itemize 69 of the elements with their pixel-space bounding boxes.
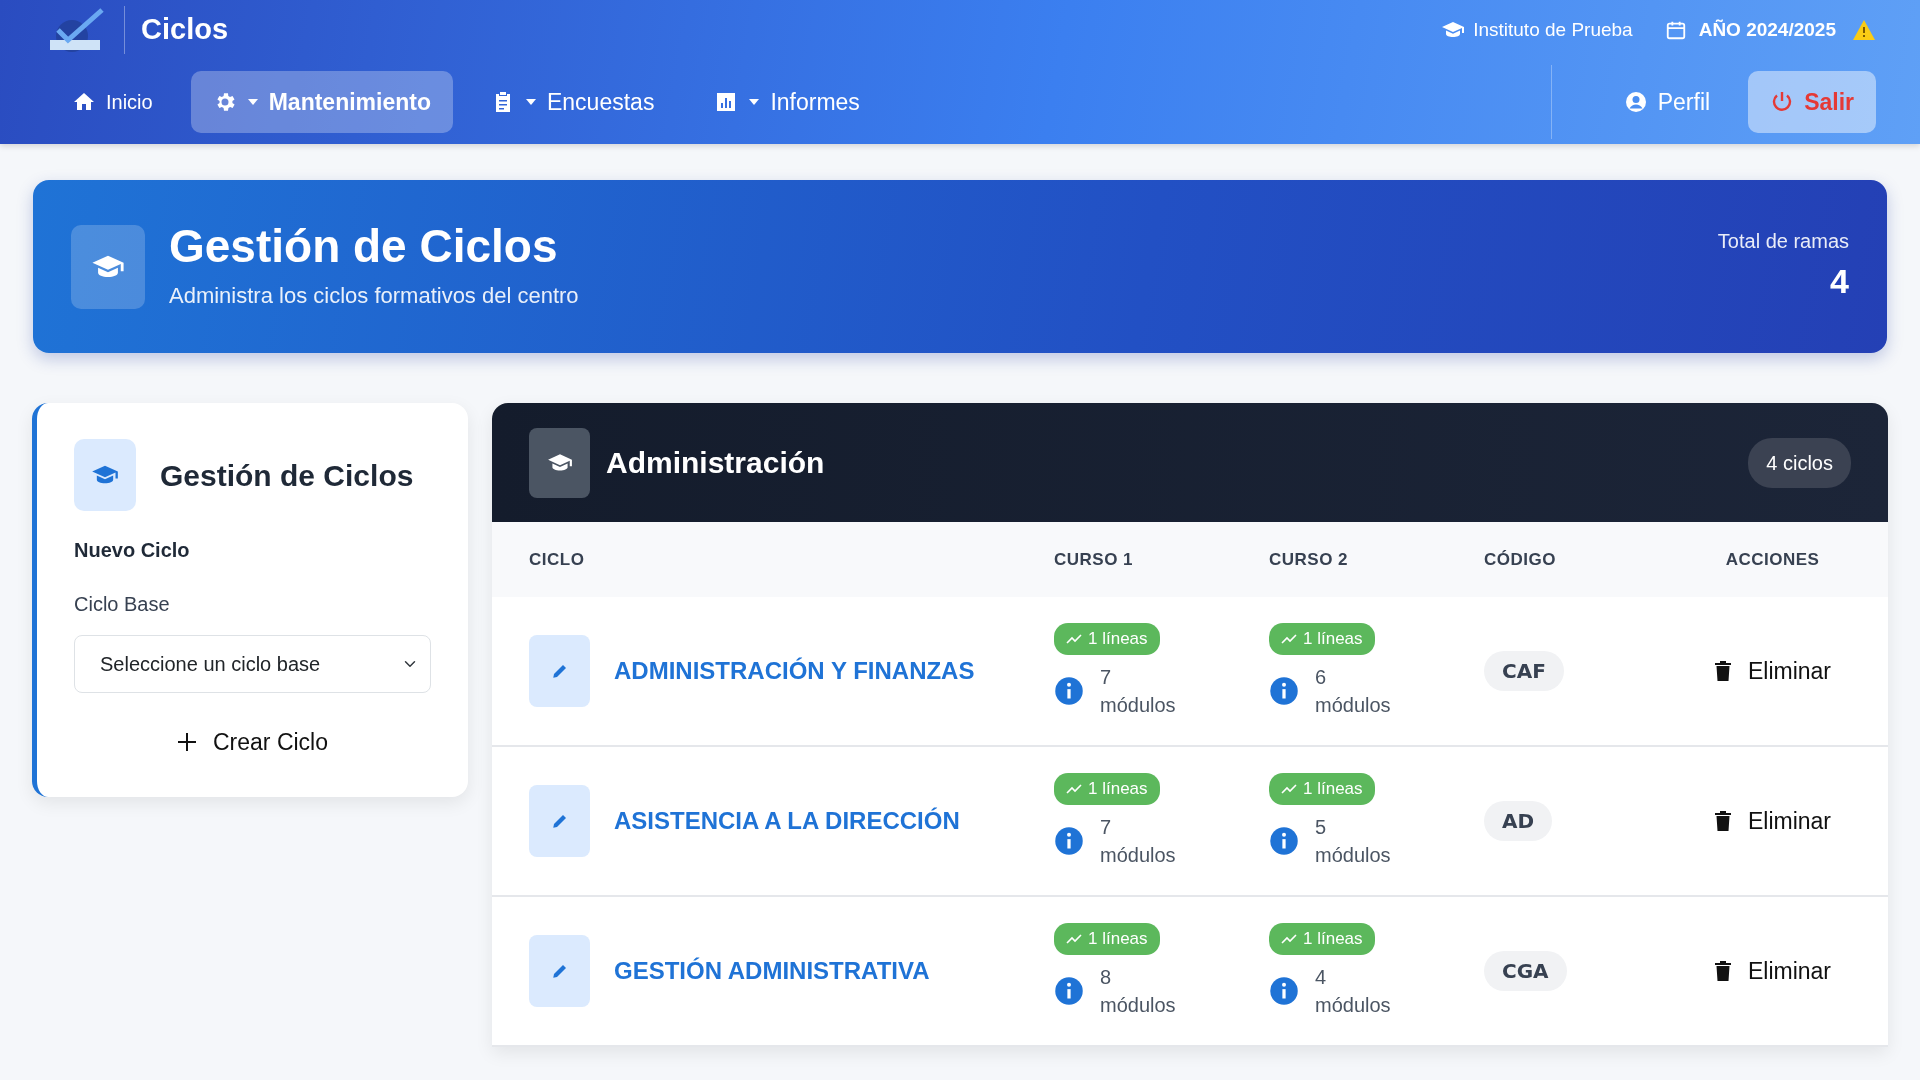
cycle-code: AD [1484, 801, 1553, 841]
page-subtitle: Administra los ciclos formativos del centro [169, 282, 579, 311]
modules-count: 4 módulos [1315, 964, 1392, 1018]
delete-button[interactable]: Eliminar [1707, 652, 1838, 690]
trend-icon [1281, 783, 1297, 795]
modules-count: 5 módulos [1315, 814, 1392, 868]
section-title: Nuevo Ciclo [74, 538, 191, 563]
user-icon [1623, 90, 1648, 114]
academic-year: AÑO 2024/2025 [1698, 17, 1836, 42]
lines-badge: 1 líneas [1054, 923, 1160, 955]
column-header: CURSO 1 [1054, 548, 1135, 571]
create-button[interactable]: Crear Ciclo [171, 717, 334, 761]
trend-icon [1066, 933, 1082, 945]
branch-title: Administración [606, 445, 825, 481]
nav-tab[interactable]: Encuestas [469, 71, 677, 133]
modules-count: 6 módulos [1315, 664, 1392, 718]
trash-icon [1713, 960, 1732, 982]
cycle-code: CGA [1484, 951, 1567, 991]
lines-badge: 1 líneas [1054, 773, 1160, 805]
column-header: CURSO 2 [1269, 548, 1350, 571]
modules-count: 7 módulos [1100, 664, 1177, 718]
trend-icon [1281, 933, 1297, 945]
pencil-icon [550, 962, 569, 980]
lines-badge: 1 líneas [1054, 623, 1160, 655]
trash-icon [1713, 810, 1732, 832]
edit-button[interactable] [529, 635, 590, 707]
lines-badge: 1 líneas [1269, 923, 1375, 955]
nav-tab[interactable]: Mantenimiento [190, 71, 453, 133]
total-value: 4 [1830, 261, 1849, 302]
lines-badge: 1 líneas [1269, 623, 1375, 655]
trend-icon [1281, 633, 1297, 645]
column-header: CICLO [529, 548, 586, 571]
field-label: Ciclo Base [74, 592, 171, 617]
cycle-name-link[interactable]: ASISTENCIA A LA DIRECCIÓN [614, 803, 960, 839]
trend-icon [1066, 783, 1082, 795]
info-icon [1054, 675, 1084, 706]
delete-button[interactable]: Eliminar [1707, 952, 1838, 990]
calendar-icon [1664, 19, 1687, 41]
pencil-icon [550, 662, 569, 680]
trend-icon [1066, 633, 1082, 645]
info-icon [1054, 825, 1084, 856]
plus-icon [177, 732, 197, 753]
modules-count: 8 módulos [1100, 964, 1177, 1018]
info-icon [1269, 825, 1299, 856]
cycle-code: CAF [1484, 651, 1564, 691]
profile-link[interactable]: Perfil [1601, 71, 1733, 133]
pencil-icon [550, 812, 569, 830]
delete-button[interactable]: Eliminar [1707, 802, 1838, 840]
cycle-count: 4 ciclos [1748, 437, 1851, 488]
edit-button[interactable] [529, 785, 590, 857]
column-header: CÓDIGO [1484, 548, 1557, 571]
total-label: Total de ramas [1717, 229, 1849, 254]
edit-button[interactable] [529, 935, 590, 1007]
lines-badge: 1 líneas [1269, 773, 1375, 805]
institute-name: Instituto de Prueba [1473, 17, 1633, 42]
page-title: Gestión de Ciclos [169, 220, 559, 272]
base-cycle-select[interactable]: Seleccione un ciclo base [74, 635, 431, 693]
info-icon [1269, 675, 1299, 706]
modules-count: 7 módulos [1100, 814, 1177, 868]
info-icon [1054, 975, 1084, 1006]
column-header: ACCIONES [1724, 548, 1821, 571]
info-icon [1269, 975, 1299, 1006]
cycle-name-link[interactable]: ADMINISTRACIÓN Y FINANZAS [614, 653, 975, 689]
trash-icon [1713, 660, 1732, 682]
nav-tab[interactable]: Inicio [50, 71, 175, 133]
nav-tab[interactable]: Informes [692, 71, 882, 133]
card-title: Gestión de Ciclos [160, 457, 414, 494]
cycle-name-link[interactable]: GESTIÓN ADMINISTRATIVA [614, 953, 930, 989]
app-title: Ciclos [141, 12, 229, 48]
